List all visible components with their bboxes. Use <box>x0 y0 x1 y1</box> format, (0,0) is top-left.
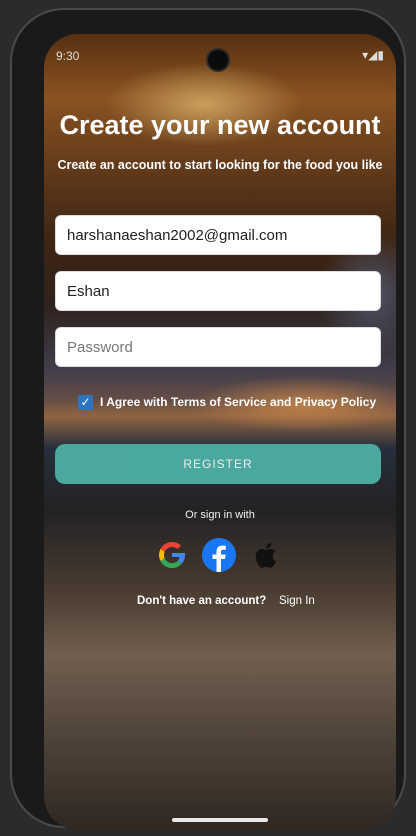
facebook-icon[interactable] <box>202 538 236 572</box>
front-camera <box>206 48 230 72</box>
status-icons: ▾◢▮ <box>362 48 384 62</box>
home-indicator[interactable] <box>172 818 268 822</box>
register-button[interactable]: REGISTER <box>55 444 381 484</box>
agree-label: I Agree with Terms of Service and Privac… <box>100 395 377 409</box>
name-field[interactable]: Eshan <box>55 271 381 311</box>
sign-in-link[interactable]: Sign In <box>279 595 315 607</box>
google-icon[interactable] <box>155 538 189 572</box>
app-screen: 9:30 ▾◢▮ Create your new account Create … <box>44 34 396 830</box>
phone-frame: 9:30 ▾◢▮ Create your new account Create … <box>10 8 406 830</box>
page-title: Create your new account <box>59 110 381 140</box>
apple-icon[interactable] <box>250 538 284 572</box>
register-form-container: Create your new account Create an accoun… <box>44 34 396 830</box>
password-field[interactable]: Password <box>55 327 381 367</box>
page-subtitle: Create an account to start looking for t… <box>57 158 383 172</box>
email-field[interactable]: harshanaeshan2002@gmail.com <box>55 215 381 255</box>
agree-checkbox[interactable]: ✓ <box>78 395 93 410</box>
no-account-text: Don't have an account? <box>137 595 267 607</box>
or-sign-in-text: Or sign in with <box>185 509 255 521</box>
agree-row[interactable]: ✓ I Agree with Terms of Service and Priv… <box>78 394 396 412</box>
status-time: 9:30 <box>56 49 80 63</box>
